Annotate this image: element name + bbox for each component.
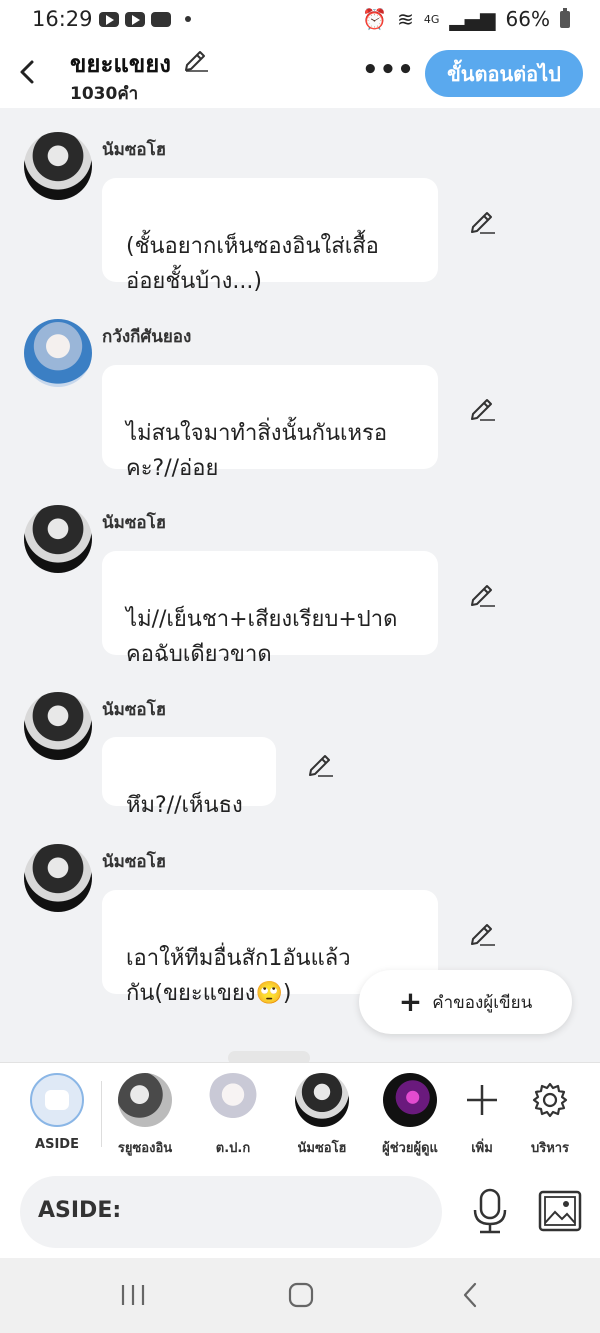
character-aside[interactable]: ASIDE xyxy=(20,1073,94,1152)
battery-icon xyxy=(560,7,570,28)
character-item[interactable]: นัมซอโฮ xyxy=(285,1073,359,1158)
message-text: ไม่//เย็นชา+เสียงเรียบ+ปาด คอฉับเดียวขาด xyxy=(126,607,398,667)
message-text: หึม?//เห็นธง xyxy=(126,793,243,818)
edit-pencil-icon[interactable] xyxy=(468,578,498,608)
edit-pencil-icon[interactable] xyxy=(468,205,498,235)
character-label: ASIDE xyxy=(35,1137,79,1152)
signal-icon: ▂▄▆ xyxy=(449,7,496,31)
youtube-icon xyxy=(124,11,145,27)
sender-name: นัมซอโฮ xyxy=(102,700,167,720)
message-text: ไม่สนใจมาทำสิ่งนั้นกันเหรอ คะ?//อ่อย xyxy=(126,421,388,481)
chat-area[interactable]: นัมซอโฮ (ชั้นอยากเห็นซองอินใส่เสื้อ อ่อย… xyxy=(0,108,600,1062)
sender-name: นัมซอโฮ xyxy=(102,513,167,533)
avatar[interactable] xyxy=(24,505,92,573)
nav-home-icon[interactable] xyxy=(286,1280,316,1310)
wifi-icon: ≋ xyxy=(397,7,414,31)
status-time: 16:29 xyxy=(32,7,93,31)
avatar[interactable] xyxy=(24,692,92,760)
more-button[interactable]: ••• xyxy=(362,52,414,88)
more-icon: ••• xyxy=(362,55,415,85)
status-bar: 16:29 ⏰ ≋ 4G ▂▄▆ 66% xyxy=(0,0,600,38)
avatar xyxy=(295,1073,349,1127)
battery-percent: 66% xyxy=(505,7,550,31)
manage-label: บริหาร xyxy=(530,1141,570,1156)
message-bubble[interactable]: ไม่สนใจมาทำสิ่งนั้นกันเหรอ คะ?//อ่อย xyxy=(102,365,438,481)
gear-icon xyxy=(513,1073,587,1127)
avatar xyxy=(206,1073,260,1127)
character-label: รยูซองอิน xyxy=(117,1141,173,1156)
message-bubble[interactable]: (ชั้นอยากเห็นซองอินใส่เสื้อ อ่อยชั้นบ้าง… xyxy=(102,178,438,294)
aside-icon xyxy=(30,1073,84,1127)
word-count: 1030คำ xyxy=(70,84,139,104)
back-button[interactable] xyxy=(14,54,44,90)
system-nav-bar xyxy=(0,1258,600,1333)
message-text: เอาให้ทีมอื่นสัก1อันแล้ว กัน(ขยะแขยง🙄) xyxy=(126,946,351,1006)
nav-back-icon[interactable] xyxy=(456,1280,486,1310)
edit-pencil-icon[interactable] xyxy=(468,917,498,947)
plus-icon: + xyxy=(398,985,423,1018)
nav-recents-icon[interactable] xyxy=(118,1280,148,1310)
character-label: ต.ป.ก xyxy=(215,1141,251,1156)
avatar[interactable] xyxy=(24,132,92,200)
message-text: (ชั้นอยากเห็นซองอินใส่เสื้อ อ่อยชั้นบ้าง… xyxy=(126,234,379,294)
character-label: นัมซอโฮ xyxy=(297,1141,347,1156)
status-icons: ⏰ ≋ 4G ▂▄▆ 66% xyxy=(362,0,570,38)
network-type: 4G xyxy=(423,12,440,26)
add-character-button[interactable]: เพิ่ม xyxy=(445,1073,519,1158)
message-bubble[interactable]: หึม?//เห็นธง xyxy=(102,737,276,818)
back-icon xyxy=(20,60,34,84)
top-bar: ขยะแขยง 1030คำ ••• ขั้นตอนต่อไป xyxy=(0,38,600,108)
avatar xyxy=(118,1073,172,1127)
divider xyxy=(101,1081,102,1147)
character-item[interactable]: ผู้ช่วยผู้ดูแ xyxy=(373,1073,447,1158)
avatar[interactable] xyxy=(24,844,92,912)
message-bubble[interactable]: ไม่//เย็นชา+เสียงเรียบ+ปาด คอฉับเดียวขาด xyxy=(102,551,438,667)
sender-name: นัมซอโฮ xyxy=(102,852,167,872)
notification-dot-icon xyxy=(184,16,191,22)
story-title: ขยะแขยง xyxy=(70,50,172,78)
microphone-icon[interactable] xyxy=(468,1186,512,1236)
edit-pencil-icon[interactable] xyxy=(468,392,498,422)
edit-pencil-icon[interactable] xyxy=(306,748,336,778)
character-item[interactable]: รยูซองอิน xyxy=(108,1073,182,1158)
avatar[interactable] xyxy=(24,319,92,387)
input-speaker-label: ASIDE: xyxy=(38,1198,122,1223)
edit-title-icon[interactable] xyxy=(182,44,210,72)
avatar xyxy=(383,1073,437,1127)
app-notification-icon xyxy=(150,11,171,27)
image-icon[interactable] xyxy=(536,1188,584,1234)
input-bar: ASIDE: xyxy=(0,1166,600,1258)
plus-icon xyxy=(445,1073,519,1127)
add-label: เพิ่ม xyxy=(471,1141,493,1156)
alarm-icon: ⏰ xyxy=(362,7,388,31)
author-note-label: คำของผู้เขียน xyxy=(432,992,533,1013)
youtube-icon xyxy=(98,11,119,27)
character-bar: ASIDE รยูซองอิน ต.ป.ก นัมซอโฮ ผู้ช่วยผู้… xyxy=(0,1062,600,1167)
sender-name: นัมซอโฮ xyxy=(102,140,167,160)
sender-name: กวังกีศันยอง xyxy=(102,327,192,347)
author-note-button[interactable]: + คำของผู้เขียน xyxy=(359,970,572,1034)
manage-button[interactable]: บริหาร xyxy=(513,1073,587,1158)
next-step-button[interactable]: ขั้นตอนต่อไป xyxy=(425,50,583,97)
character-label: ผู้ช่วยผู้ดูแ xyxy=(382,1141,438,1156)
character-item[interactable]: ต.ป.ก xyxy=(196,1073,270,1158)
